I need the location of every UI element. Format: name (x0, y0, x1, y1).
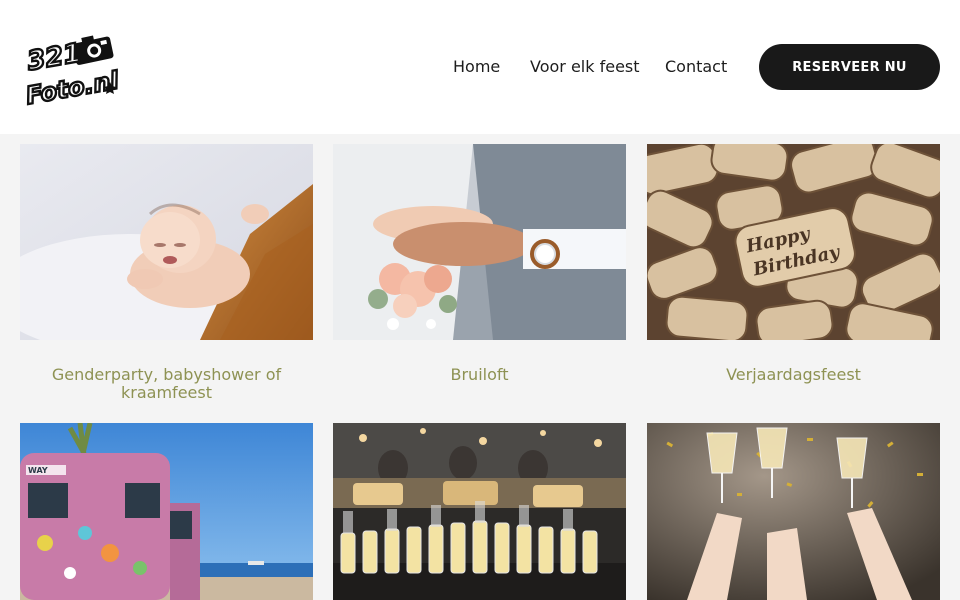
wedding-hands-image (333, 144, 626, 340)
card-genderparty[interactable]: Genderparty, babyshower of kraamfeest (20, 144, 313, 402)
site-header: 321 Foto.nl Home Voor elk feest Contact … (0, 0, 960, 134)
champagne-glasses-image (333, 423, 626, 600)
sleeping-baby-image (20, 144, 313, 340)
card-caption: Genderparty, babyshower of kraamfeest (51, 365, 282, 402)
painted-van-image: WAY (20, 423, 313, 600)
reserveer-button[interactable]: RESERVEER NU (759, 44, 940, 90)
card-van[interactable]: WAY (20, 423, 313, 600)
card-caption: Verjaardagsfeest (726, 365, 861, 384)
card-bruiloft[interactable]: Bruiloft (333, 144, 626, 384)
toast-confetti-image (647, 423, 940, 600)
nav-voor-elk-feest[interactable]: Voor elk feest (530, 56, 640, 78)
card-toast[interactable] (647, 423, 940, 600)
card-verjaardagsfeest[interactable]: Happy Birthday Verjaardagsfeest (647, 144, 940, 384)
svg-text:WAY: WAY (28, 466, 48, 475)
card-caption: Bruiloft (450, 365, 509, 384)
nav-contact[interactable]: Contact (665, 56, 727, 78)
nav-home[interactable]: Home (453, 56, 500, 78)
wine-corks-image: Happy Birthday (647, 144, 940, 340)
card-event[interactable] (333, 423, 626, 600)
